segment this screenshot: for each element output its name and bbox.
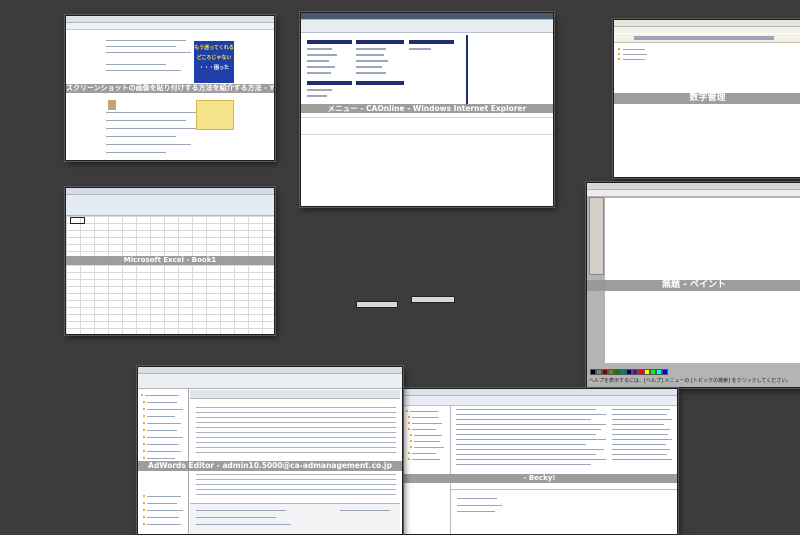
ie-divider (466, 35, 468, 109)
ad-text-3: ・・・困った (198, 65, 229, 71)
window-excel[interactable]: Microsoft Excel - Book1 (65, 187, 275, 335)
ad-text-1: もう迷ってくれる (194, 45, 234, 51)
chrome-ad-banner[interactable]: もう迷ってくれる どころじゃない ・・・困った (194, 41, 234, 83)
becky-preview-pane[interactable] (451, 489, 677, 534)
ie-toolbar (301, 20, 553, 33)
paint-toolbox[interactable] (589, 197, 604, 275)
excel-active-cell[interactable] (70, 217, 85, 224)
paint-titlebar (587, 183, 800, 190)
ie-hr-1 (301, 117, 553, 118)
chrome-side-image (196, 100, 234, 130)
paint-caption[interactable]: 無題 - ペイント (587, 280, 800, 291)
window-adwords[interactable]: AdWords Editor - admin10.5000@ca-admanag… (137, 366, 403, 535)
adwords-tabs[interactable] (190, 390, 400, 399)
window-chrome[interactable]: もう迷ってくれる どころじゃない ・・・困った スクリーンショットの画像を貼り付… (65, 15, 275, 161)
paint-statusbar: ヘルプを表示するには、[ヘルプ] メニューの [トピックの検索] をクリックして… (589, 378, 789, 384)
folder-titlebar (614, 20, 800, 27)
minimized-window-1[interactable] (356, 301, 398, 308)
chrome-toolbar (66, 23, 274, 30)
chrome-caption[interactable]: スクリーンショットの画像を貼り付けする方法を紹介する方法 - Yahoo!知恵袋… (66, 84, 274, 93)
becky-titlebar (402, 389, 677, 396)
folder-caption[interactable]: 数字管理 (614, 93, 800, 104)
adwords-toolbar (138, 374, 402, 389)
excel-ribbon (66, 195, 274, 216)
paint-menubar (587, 190, 800, 196)
becky-caption[interactable]: - Becky! (402, 474, 677, 483)
ie-caption[interactable]: メニュー - CAOnline - Windows Internet Explo… (301, 104, 553, 113)
minimized-window-2[interactable] (411, 296, 455, 303)
ad-text-2: どころじゃない (196, 55, 232, 61)
chrome-avatar (108, 100, 116, 110)
window-paint[interactable]: ヘルプを表示するには、[ヘルプ] メニューの [トピックの検索] をクリックして… (586, 182, 800, 388)
becky-toolbar (402, 396, 677, 406)
adwords-detail-pane[interactable] (190, 503, 400, 534)
ie-hr-2 (301, 134, 553, 135)
chrome-titlebar (66, 16, 274, 23)
window-becky[interactable]: - Becky! (401, 388, 678, 535)
folder-address-line (634, 36, 774, 40)
folder-menubar (614, 27, 800, 33)
adwords-caption[interactable]: AdWords Editor - admin10.5000@ca-admanag… (138, 461, 402, 471)
becky-folder-tree[interactable] (402, 406, 451, 534)
excel-titlebar (66, 188, 274, 195)
ie-titlebar (301, 13, 553, 20)
window-folder[interactable]: 数字管理 (613, 19, 800, 178)
window-ie[interactable]: メニュー - CAOnline - Windows Internet Explo… (300, 12, 554, 207)
excel-caption[interactable]: Microsoft Excel - Book1 (66, 256, 274, 265)
excel-cell-grid[interactable] (66, 216, 274, 334)
adwords-titlebar (138, 367, 402, 374)
